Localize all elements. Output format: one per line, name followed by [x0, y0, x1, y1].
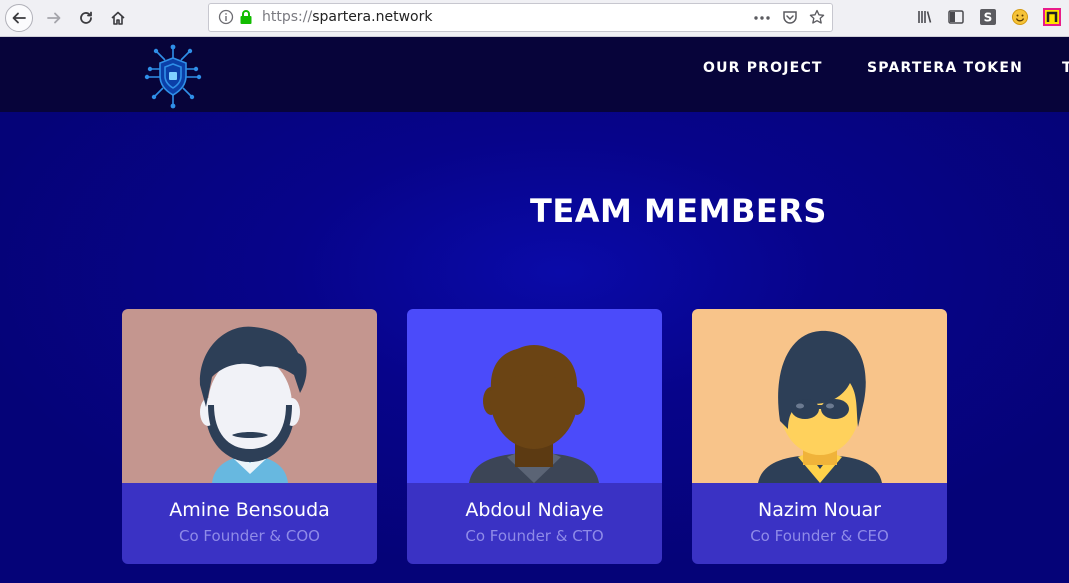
- url-text: https://spartera.network: [262, 9, 432, 25]
- reload-icon: [80, 11, 92, 24]
- team-card[interactable]: Abdoul Ndiaye Co Founder & CTO: [407, 309, 662, 564]
- url-bar[interactable]: https://spartera.network: [208, 3, 833, 32]
- member-avatar-bg: [122, 309, 377, 483]
- avatar: [469, 345, 599, 483]
- reload-button[interactable]: [72, 4, 100, 32]
- avatar: [758, 330, 882, 483]
- home-icon: [111, 11, 125, 25]
- member-avatar-bg: [407, 309, 662, 483]
- member-info: Amine Bensouda Co Founder & COO: [122, 483, 377, 564]
- arrow-left-icon: [12, 12, 26, 24]
- member-role: Co Founder & CTO: [465, 527, 604, 545]
- browser-toolbar: https://spartera.network S: [0, 0, 1069, 37]
- team-card[interactable]: Amine Bensouda Co Founder & COO: [122, 309, 377, 564]
- bookmark-star-icon[interactable]: [809, 9, 825, 25]
- emoji-icon[interactable]: [1011, 8, 1029, 26]
- extension-n-icon[interactable]: [1043, 8, 1061, 26]
- home-button[interactable]: [104, 4, 132, 32]
- section-title: TEAM MEMBERS: [530, 192, 827, 230]
- more-actions-icon[interactable]: [753, 11, 771, 25]
- member-role: Co Founder & COO: [179, 527, 320, 545]
- avatar: [199, 326, 307, 483]
- member-name: Abdoul Ndiaye: [465, 499, 604, 521]
- member-avatar-bg: [692, 309, 947, 483]
- member-name: Nazim Nouar: [758, 499, 881, 521]
- extension-s-icon[interactable]: S: [979, 8, 997, 26]
- member-info: Nazim Nouar Co Founder & CEO: [692, 483, 947, 564]
- sidebar-icon[interactable]: [947, 8, 965, 26]
- spartera-shield-logo[interactable]: [143, 44, 203, 110]
- member-info: Abdoul Ndiaye Co Founder & CTO: [407, 483, 662, 564]
- member-name: Amine Bensouda: [169, 499, 330, 521]
- nav-spartera-token[interactable]: SPARTERA TOKEN: [867, 60, 1023, 76]
- team-card[interactable]: Nazim Nouar Co Founder & CEO: [692, 309, 947, 564]
- svg-text:S: S: [984, 11, 993, 25]
- pocket-icon[interactable]: [782, 9, 798, 25]
- lock-icon[interactable]: [238, 9, 254, 25]
- nav-item-truncated[interactable]: T: [1062, 60, 1069, 76]
- forward-button[interactable]: [40, 4, 68, 32]
- arrow-right-icon: [47, 12, 61, 24]
- nav-our-project[interactable]: OUR PROJECT: [703, 60, 823, 76]
- back-button[interactable]: [5, 4, 33, 32]
- url-protocol: https://: [262, 9, 313, 25]
- url-host: spartera.network: [312, 9, 433, 25]
- library-icon[interactable]: [916, 8, 934, 26]
- member-role: Co Founder & CEO: [750, 527, 889, 545]
- info-icon[interactable]: [218, 9, 234, 25]
